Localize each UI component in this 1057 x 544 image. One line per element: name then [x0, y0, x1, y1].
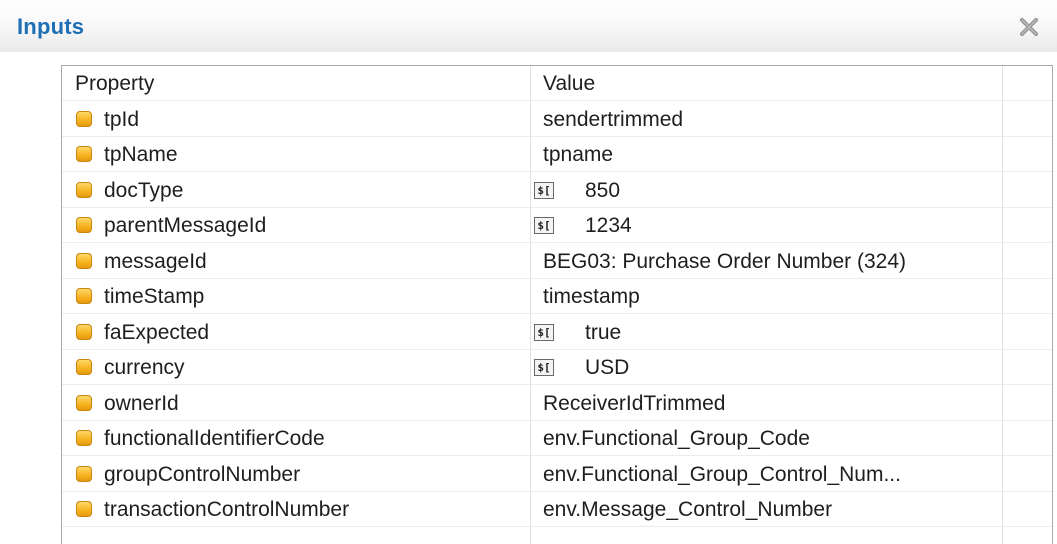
property-name: currency: [104, 356, 185, 379]
table-row[interactable]: messageId BEG03: Purchase Order Number (3…: [62, 244, 1052, 279]
table-row[interactable]: ownerId ReceiverIdTrimmed: [62, 386, 1052, 421]
property-folder-icon: [76, 252, 92, 269]
property-value-text: true: [585, 320, 622, 344]
property-value-text: env.Functional_Group_Control_Num...: [543, 462, 901, 486]
property-value-text: BEG03: Purchase Order Number (324): [543, 249, 906, 273]
property-value[interactable]: timestamp: [543, 279, 640, 314]
dialog-title: Inputs: [17, 14, 85, 39]
table-row[interactable]: timeStamp timestamp: [62, 279, 1052, 314]
property-value-text: sendertrimmed: [543, 107, 684, 131]
property-name: ownerId: [104, 391, 179, 415]
table-header-row: Property Value: [62, 66, 1052, 101]
property-folder-icon: [76, 394, 92, 411]
property-value-text: env.Message_Control_Number: [543, 498, 833, 521]
properties-table: Property Value tpId sendertrimmed tpName tp…: [61, 65, 1053, 544]
table-row[interactable]: parentMessageId $[1234: [62, 208, 1052, 243]
table-row[interactable]: functionalIdentifierCode env.Functional_G…: [62, 421, 1052, 456]
property-value-text: USD: [585, 356, 630, 379]
property-value[interactable]: USD: [543, 350, 629, 385]
property-name: docType: [104, 178, 184, 202]
property-name: timeStamp: [104, 285, 205, 308]
table-row[interactable]: docType $[850: [62, 173, 1052, 208]
property-folder-icon: [76, 181, 92, 198]
property-value-text: timestamp: [543, 285, 640, 308]
property-name: messageId: [104, 249, 207, 273]
property-folder-icon: [76, 110, 92, 127]
property-value-text: tpname: [543, 143, 614, 166]
property-value[interactable]: tpname: [543, 137, 613, 172]
table-row[interactable]: faExpected $[true: [62, 315, 1052, 350]
property-value-text: ReceiverIdTrimmed: [543, 391, 726, 415]
property-name: groupControlNumber: [104, 462, 301, 486]
property-name: tpName: [104, 143, 178, 166]
property-name: faExpected: [104, 320, 210, 344]
property-folder-icon: [76, 323, 92, 340]
property-value-text: 1234: [585, 214, 632, 237]
property-value-text: env.Functional_Group_Code: [543, 427, 810, 450]
close-icon[interactable]: [1016, 16, 1042, 38]
property-value[interactable]: ReceiverIdTrimmed: [543, 386, 725, 421]
property-value-text: 850: [585, 178, 621, 202]
property-value[interactable]: env.Message_Control_Number: [543, 492, 832, 527]
table-row[interactable]: tpId sendertrimmed: [62, 102, 1052, 137]
header-property[interactable]: Property: [75, 66, 154, 101]
property-value[interactable]: true: [543, 315, 621, 350]
header-value[interactable]: Value: [543, 66, 595, 101]
property-name: functionalIdentifierCode: [104, 427, 325, 450]
property-name: transactionControlNumber: [104, 498, 350, 521]
property-folder-icon: [76, 288, 92, 304]
property-folder-icon: [76, 146, 92, 162]
property-value[interactable]: 850: [543, 173, 620, 208]
property-value[interactable]: env.Functional_Group_Code: [543, 421, 810, 456]
table-row[interactable]: currency $[USD: [62, 350, 1052, 385]
property-value[interactable]: env.Functional_Group_Control_Num...: [543, 457, 901, 492]
property-folder-icon: [76, 217, 92, 233]
table-row[interactable]: tpName tpname: [62, 137, 1052, 172]
property-name: parentMessageId: [104, 214, 267, 237]
property-folder-icon: [76, 359, 92, 375]
property-folder-icon: [76, 430, 92, 446]
table-row[interactable]: groupControlNumber env.Functional_Group_C…: [62, 457, 1052, 492]
property-value[interactable]: 1234: [543, 208, 632, 243]
table-row[interactable]: transactionControlNumber env.Message_Cont…: [62, 492, 1052, 527]
inputs-dialog: Inputs Property Value tpId sendertrimmed t…: [0, 0, 1057, 544]
property-name: tpId: [104, 107, 140, 131]
property-folder-icon: [76, 501, 92, 517]
property-folder-icon: [76, 465, 92, 482]
dialog-titlebar: Inputs: [0, 0, 1057, 52]
property-value[interactable]: BEG03: Purchase Order Number (324): [543, 244, 906, 279]
property-value[interactable]: sendertrimmed: [543, 102, 683, 137]
